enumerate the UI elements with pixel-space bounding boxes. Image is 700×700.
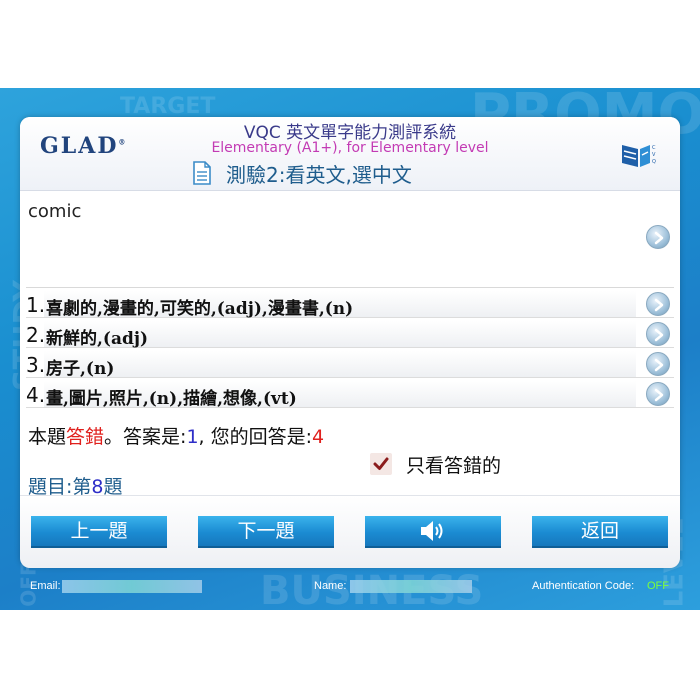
next-question-button[interactable]: 下一題 bbox=[198, 516, 334, 548]
word-play-button[interactable] bbox=[646, 225, 670, 249]
option-number: 4. bbox=[26, 383, 46, 407]
option-row-2[interactable]: 2. 新鮮的,(adj) bbox=[26, 321, 674, 349]
chevron-right-icon bbox=[654, 388, 664, 402]
only-wrong-checkbox[interactable] bbox=[370, 453, 392, 475]
result-status: 答錯 bbox=[66, 426, 105, 448]
sound-button[interactable] bbox=[365, 516, 501, 548]
auth-code-value: OFF bbox=[647, 580, 669, 592]
name-value-redacted bbox=[350, 580, 472, 593]
button-bar: 上一題 下一題 返回 bbox=[20, 495, 680, 568]
document-icon bbox=[193, 161, 211, 185]
option-row-3[interactable]: 3. 房子,(n) bbox=[26, 351, 674, 379]
chevron-right-icon bbox=[654, 358, 664, 372]
option-number: 1. bbox=[26, 293, 46, 317]
main-panel: GLAD® VQC 英文單字能力測評系統 Elementary (A1+), f… bbox=[20, 117, 680, 568]
option-row-4[interactable]: 4. 畫,圖片,照片,(n),描繪,想像,(vt) bbox=[26, 381, 674, 409]
result-prefix: 本題 bbox=[28, 426, 67, 448]
option-text: 房子,(n) bbox=[46, 359, 115, 379]
option-1-button[interactable] bbox=[646, 292, 670, 316]
test-title: 測驗2:看英文,選中文 bbox=[226, 163, 412, 187]
option-number: 3. bbox=[26, 353, 46, 377]
footer: Email: Name: Authentication Code: OFF bbox=[0, 576, 700, 600]
previous-question-button[interactable]: 上一題 bbox=[31, 516, 167, 548]
option-bar bbox=[44, 351, 636, 377]
svg-text:Q: Q bbox=[652, 159, 656, 165]
back-button[interactable]: 返回 bbox=[532, 516, 668, 548]
result-message: 本題答錯。答案是:1, 您的回答是:4 bbox=[28, 422, 324, 449]
option-text: 新鮮的,(adj) bbox=[46, 329, 149, 349]
chevron-right-icon bbox=[654, 328, 664, 342]
chevron-right-icon bbox=[654, 231, 664, 245]
option-number: 2. bbox=[26, 323, 46, 347]
option-text: 喜劇的,漫畫的,可笑的,(adj),漫畫書,(n) bbox=[46, 299, 354, 319]
speaker-icon bbox=[421, 521, 443, 541]
option-row-1[interactable]: 1. 喜劇的,漫畫的,可笑的,(adj),漫畫書,(n) bbox=[26, 291, 674, 319]
header: GLAD® VQC 英文單字能力測評系統 Elementary (A1+), f… bbox=[20, 117, 680, 191]
question-area: comic bbox=[26, 195, 674, 288]
glad-logo: GLAD® bbox=[40, 133, 126, 159]
option-3-button[interactable] bbox=[646, 352, 670, 376]
your-answer-label: , 您的回答是: bbox=[198, 426, 313, 448]
option-2-button[interactable] bbox=[646, 322, 670, 346]
checkmark-icon bbox=[373, 457, 389, 470]
email-value-redacted bbox=[62, 580, 202, 593]
book-logo-icon: C V Q bbox=[622, 145, 656, 167]
option-text: 畫,圖片,照片,(n),描繪,想像,(vt) bbox=[46, 389, 297, 409]
name-label: Name: bbox=[314, 580, 347, 592]
correct-answer: 1 bbox=[186, 426, 199, 448]
svg-text:V: V bbox=[652, 152, 656, 158]
watermark-word: TARGET bbox=[120, 94, 216, 119]
only-wrong-label: 只看答錯的 bbox=[406, 455, 502, 477]
auth-code-label: Authentication Code: bbox=[532, 580, 635, 592]
question-word: comic bbox=[28, 201, 82, 222]
chevron-right-icon bbox=[654, 298, 664, 312]
svg-text:C: C bbox=[652, 145, 656, 151]
answer-label: 。答案是: bbox=[104, 426, 187, 448]
email-label: Email: bbox=[30, 580, 61, 592]
app-subtitle: Elementary (A1+), for Elementary level bbox=[211, 140, 489, 156]
your-answer: 4 bbox=[312, 426, 325, 448]
option-4-button[interactable] bbox=[646, 382, 670, 406]
